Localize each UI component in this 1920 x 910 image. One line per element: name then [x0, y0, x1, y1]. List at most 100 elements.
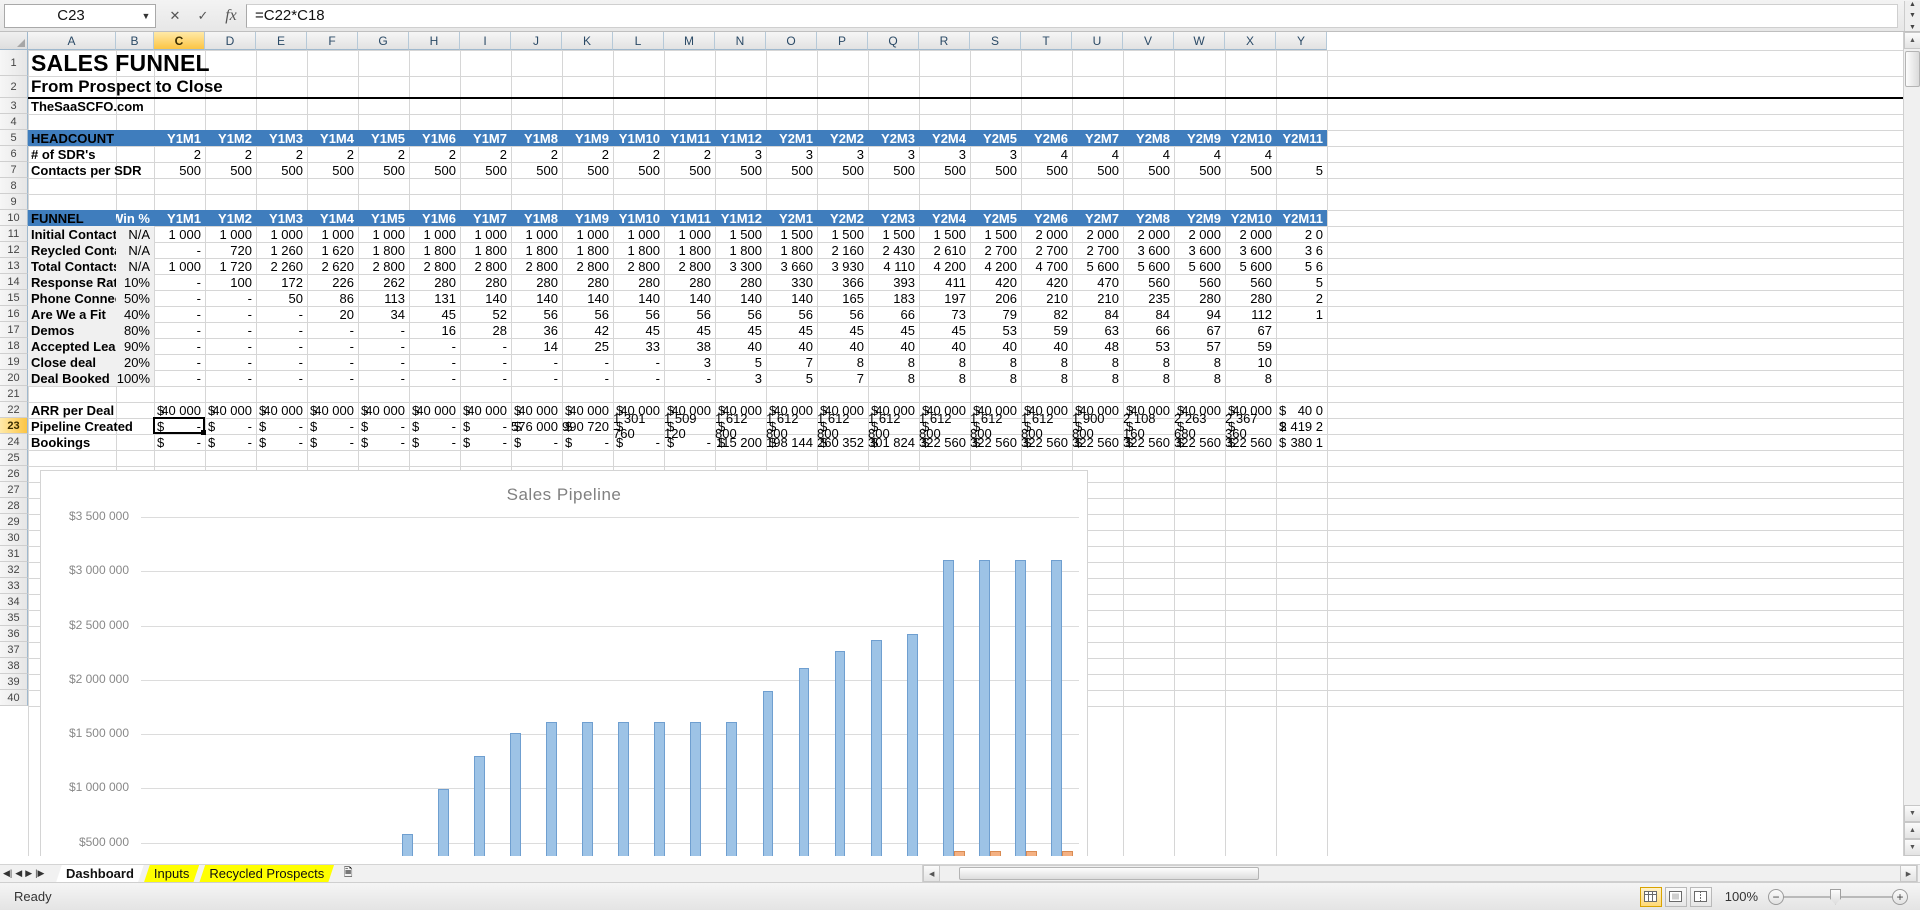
row-header-14[interactable]: 14 [0, 274, 28, 290]
arr-per-deal-cell[interactable]: $40 000 [307, 402, 358, 418]
headcount-cell[interactable]: 3 [919, 146, 970, 162]
funnel-cell[interactable]: 45 [817, 322, 868, 338]
last-sheet-icon[interactable]: |▶ [35, 868, 44, 879]
headcount-period-Y2M9[interactable]: Y2M9 [1174, 130, 1225, 146]
funnel-cell[interactable]: 1 620 [307, 242, 358, 258]
funnel-period-Y2M2[interactable]: Y2M2 [817, 210, 868, 226]
funnel-cell[interactable]: 1 800 [715, 242, 766, 258]
headcount-cell[interactable]: 2 [205, 146, 256, 162]
funnel-cell[interactable]: 45 [613, 322, 664, 338]
funnel-cell[interactable]: 1 500 [919, 226, 970, 242]
funnel-cell[interactable]: 197 [919, 290, 970, 306]
name-box[interactable]: C23 ▼ [4, 4, 156, 28]
headcount-cell[interactable]: 2 [409, 146, 460, 162]
funnel-cell[interactable]: - [154, 242, 205, 258]
funnel-cell[interactable]: - [460, 338, 511, 354]
funnel-row-label[interactable]: Reycled Contacts [28, 242, 116, 258]
funnel-cell[interactable]: 262 [358, 274, 409, 290]
funnel-cell[interactable]: 48 [1072, 338, 1123, 354]
headcount-cell[interactable]: 500 [613, 162, 664, 178]
bookings-cell[interactable]: $- [154, 434, 205, 450]
funnel-cell[interactable]: 56 [562, 306, 613, 322]
pipeline-created-cell[interactable]: $1 301 760 [613, 418, 664, 434]
funnel-cell[interactable]: - [256, 322, 307, 338]
funnel-cell[interactable]: - [358, 338, 409, 354]
funnel-cell[interactable]: 3 600 [1225, 242, 1276, 258]
confirm-edit-icon[interactable]: ✓ [190, 4, 216, 28]
funnel-cell[interactable]: 280 [1174, 290, 1225, 306]
funnel-cell[interactable]: 52 [460, 306, 511, 322]
row-header-19[interactable]: 19 [0, 354, 28, 370]
funnel-cell[interactable]: 2 620 [307, 258, 358, 274]
funnel-cell[interactable]: - [307, 354, 358, 370]
new-sheet-icon[interactable]: 🗎 [334, 865, 362, 883]
funnel-cell[interactable]: 1 800 [664, 242, 715, 258]
page-layout-icon[interactable] [1665, 887, 1687, 907]
row-header-30[interactable]: 30 [0, 530, 28, 546]
row-header-28[interactable]: 28 [0, 498, 28, 514]
column-header-F[interactable]: F [307, 32, 358, 50]
chart-bar-pipeline-created[interactable] [510, 733, 521, 856]
headcount-period-Y1M11[interactable]: Y1M11 [664, 130, 715, 146]
funnel-cell[interactable]: 94 [1174, 306, 1225, 322]
headcount-period-Y1M7[interactable]: Y1M7 [460, 130, 511, 146]
zoom-in-icon[interactable]: + [1892, 889, 1908, 905]
funnel-cell[interactable]: 40 [817, 338, 868, 354]
horizontal-scrollbar[interactable]: ◀ ▶ [922, 865, 1918, 882]
row-header-10[interactable]: 10 [0, 210, 28, 226]
pipeline-created-cell[interactable]: $- [256, 418, 307, 434]
funnel-cell[interactable]: 280 [460, 274, 511, 290]
pipeline-created-cell[interactable]: $- [460, 418, 511, 434]
funnel-period-Y1M4[interactable]: Y1M4 [307, 210, 358, 226]
row-header-37[interactable]: 37 [0, 642, 28, 658]
funnel-cell[interactable]: 226 [307, 274, 358, 290]
headcount-row-label[interactable]: Contacts per SDR [28, 162, 148, 178]
arr-per-deal-cell[interactable]: $40 000 [409, 402, 460, 418]
funnel-cell[interactable]: - [358, 354, 409, 370]
headcount-cell[interactable]: 2 [664, 146, 715, 162]
row-header-33[interactable]: 33 [0, 578, 28, 594]
funnel-cell[interactable]: 34 [358, 306, 409, 322]
funnel-win-value[interactable]: 100% [116, 370, 154, 386]
row-header-27[interactable]: 27 [0, 482, 28, 498]
spreadsheet-grid[interactable]: ABCDEFGHIJKLMNOPQRSTUVWXY 12345678910111… [0, 32, 1920, 874]
funnel-cell[interactable]: 1 500 [970, 226, 1021, 242]
funnel-cell[interactable]: 165 [817, 290, 868, 306]
funnel-cell[interactable]: 100 [205, 274, 256, 290]
chart-bar-pipeline-created[interactable] [1051, 560, 1062, 856]
funnel-cell[interactable]: 1 000 [664, 226, 715, 242]
funnel-cell[interactable]: 2 800 [613, 258, 664, 274]
funnel-cell[interactable]: 5 600 [1072, 258, 1123, 274]
funnel-cell[interactable]: 5 [766, 370, 817, 386]
headcount-cell[interactable]: 500 [919, 162, 970, 178]
funnel-cell[interactable]: 38 [664, 338, 715, 354]
funnel-cell[interactable] [1276, 370, 1327, 386]
funnel-cell[interactable]: - [205, 290, 256, 306]
funnel-period-Y1M10[interactable]: Y1M10 [613, 210, 664, 226]
funnel-cell[interactable]: - [154, 338, 205, 354]
headcount-cell[interactable]: 4 [1123, 146, 1174, 162]
funnel-cell[interactable]: 1 260 [256, 242, 307, 258]
chart-bar-pipeline-created[interactable] [726, 722, 737, 856]
zoom-out-icon[interactable]: − [1768, 889, 1784, 905]
pipeline-created-cell[interactable]: $990 720 [562, 418, 613, 434]
worksheet-cells[interactable]: SALES FUNNELFrom Prospect to CloseTheSaa… [28, 50, 1920, 856]
bookings-cell[interactable]: $- [205, 434, 256, 450]
funnel-cell[interactable]: 8 [919, 354, 970, 370]
headcount-period-Y1M1[interactable]: Y1M1 [154, 130, 205, 146]
funnel-cell[interactable]: 8 [970, 370, 1021, 386]
next-page-icon[interactable]: ▼ [1904, 839, 1920, 856]
funnel-cell[interactable]: 8 [1123, 354, 1174, 370]
pipeline-created-cell[interactable]: $576 000 [511, 418, 562, 434]
funnel-cell[interactable]: 3 300 [715, 258, 766, 274]
scroll-left-icon[interactable]: ◀ [923, 865, 940, 882]
bookings-cell[interactable]: $- [613, 434, 664, 450]
pipeline-created-cell[interactable]: $1 509 120 [664, 418, 715, 434]
row-header-31[interactable]: 31 [0, 546, 28, 562]
funnel-cell[interactable]: 183 [868, 290, 919, 306]
bookings-cell[interactable]: $322 560 [919, 434, 970, 450]
headcount-cell[interactable]: 500 [1174, 162, 1225, 178]
headcount-header-label[interactable]: HEADCOUNT [28, 130, 116, 146]
row-header-22[interactable]: 22 [0, 402, 28, 418]
arr-per-deal-cell[interactable]: $40 000 [358, 402, 409, 418]
